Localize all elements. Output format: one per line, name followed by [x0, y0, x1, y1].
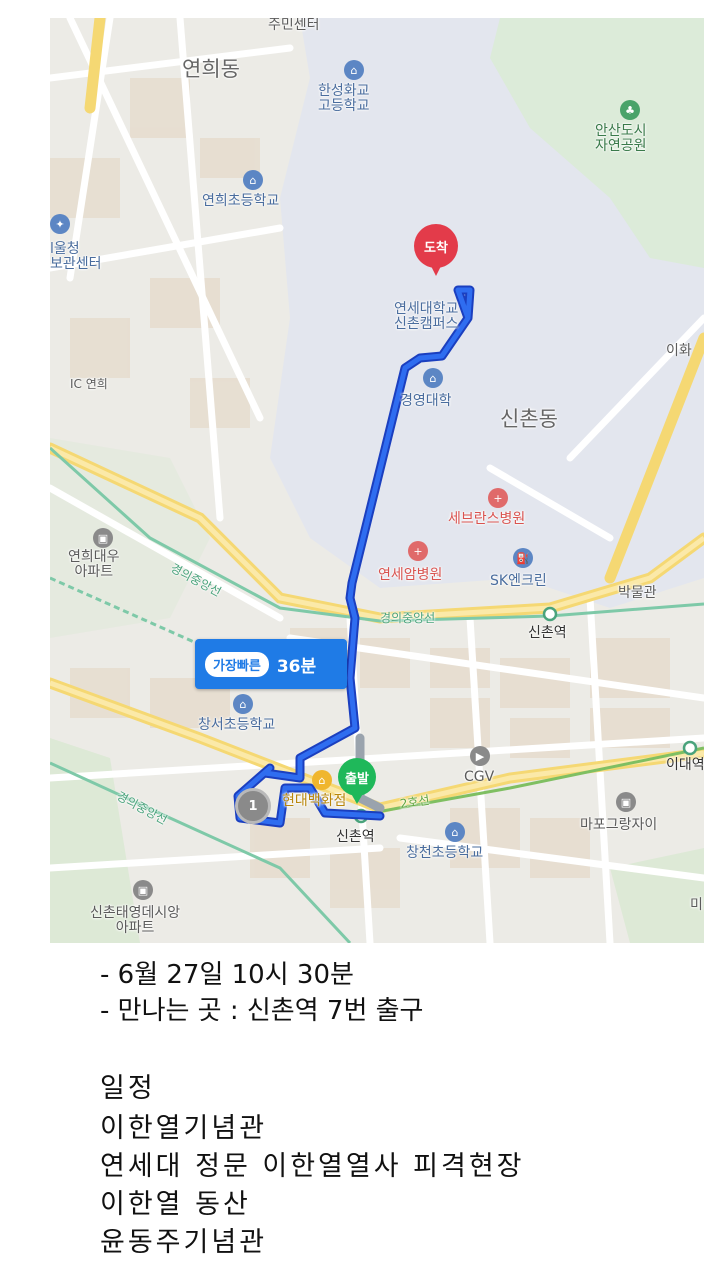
- destination-pin-label: 도착: [414, 224, 458, 268]
- map-label: 현대백화점: [282, 793, 347, 809]
- department-store-icon: ⌂: [312, 770, 332, 790]
- waypoint-marker[interactable]: 1: [235, 788, 271, 824]
- apartment-icon: ▣: [133, 880, 153, 900]
- cinema-icon: ▶: [470, 746, 490, 766]
- map-label: 마포그랑자이: [580, 817, 658, 833]
- apartment-icon: ▣: [93, 528, 113, 548]
- start-pin[interactable]: 출발: [338, 758, 386, 814]
- map-label: l울청 보관센터: [50, 241, 102, 273]
- map-label: 연희초등학교: [202, 193, 280, 209]
- map-label: 창천초등학교: [406, 845, 484, 861]
- destination-pin[interactable]: 도착: [414, 224, 462, 280]
- map-label: 안산도시 자연공원: [595, 123, 647, 155]
- map-label: 한성화교 고등학교: [318, 83, 370, 115]
- route-type-tag: 가장빠른: [205, 651, 269, 677]
- hospital-icon: +: [488, 488, 508, 508]
- hospital-icon: +: [408, 541, 428, 561]
- university-icon: ⌂: [423, 368, 443, 388]
- schedule-item: 이한열 동산: [100, 1189, 251, 1220]
- map-label: 신촌태영데시앙 아파트: [90, 905, 181, 937]
- schedule-item: 이한열기념관: [100, 1113, 268, 1144]
- route-duration: 36분: [276, 656, 317, 677]
- map-label: 연세암병원: [378, 567, 443, 583]
- school-icon: ⌂: [233, 694, 253, 714]
- map-label: 연희대우 아파트: [68, 549, 120, 581]
- start-pin-label: 출발: [338, 758, 376, 796]
- map-label: 연세대학교 신촌캠퍼스: [394, 301, 459, 333]
- meeting-date: - 6월 27일 10시 30분: [100, 960, 354, 990]
- park-icon: ♣: [620, 100, 640, 120]
- school-icon: ⌂: [344, 60, 364, 80]
- schedule-item: 윤동주기념관: [100, 1227, 268, 1258]
- map-label-district: 신촌동: [500, 407, 558, 431]
- map-label-district: 연희동: [182, 57, 240, 81]
- schedule-item: 연세대 정문 이한열열사 피격현장: [100, 1151, 525, 1182]
- rail-label: 경의중앙선: [380, 611, 436, 625]
- map-label: 창서초등학교: [198, 717, 276, 733]
- map-label: 주민센터: [268, 18, 320, 33]
- gas-station-icon: ⛽: [513, 548, 533, 568]
- map-label: 세브란스병원: [448, 511, 526, 527]
- map-label: 박물관: [618, 585, 657, 601]
- meeting-place: - 만나는 곳 : 신촌역 7번 출구: [100, 996, 424, 1026]
- map-label: 이화: [666, 343, 692, 359]
- station-label: 신촌역: [528, 625, 567, 641]
- schedule-title: 일정: [100, 1073, 156, 1104]
- station-label: 이대역: [666, 757, 704, 773]
- apartment-icon: ▣: [616, 792, 636, 812]
- map-label: 미: [690, 897, 703, 913]
- station-label: 신촌역: [336, 829, 375, 845]
- school-icon: ⌂: [445, 822, 465, 842]
- map-label-ic: IC 연희: [70, 377, 108, 391]
- government-icon: ✦: [50, 214, 70, 234]
- map-view[interactable]: ⌂ ♣ ⌂ ✦ ⌂ + ▣ + ⛽ ⌂ ▶ ▣ ⌂ ▣ ⌂ 주민센터 연희동 한…: [50, 18, 704, 943]
- route-badge[interactable]: 가장빠른 36분: [195, 639, 347, 689]
- school-icon: ⌂: [243, 170, 263, 190]
- map-label: CGV: [464, 769, 495, 785]
- map-label: SK엔크린: [490, 573, 547, 589]
- map-label: 경영대학: [400, 393, 452, 409]
